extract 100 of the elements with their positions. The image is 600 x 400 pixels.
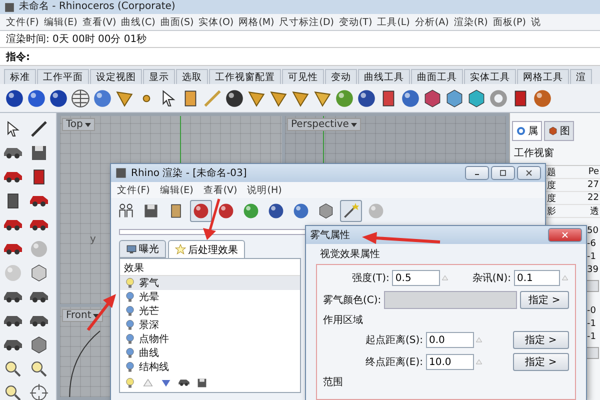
property-value: -1 bbox=[587, 332, 597, 342]
car-icon bbox=[3, 171, 23, 183]
bulb-icon bbox=[124, 277, 136, 289]
menu-item[interactable]: 说明(H) bbox=[247, 184, 282, 196]
viewport-label[interactable]: Top bbox=[62, 118, 95, 131]
viewport-label[interactable]: Perspective bbox=[287, 118, 361, 131]
magnifier-icon bbox=[29, 359, 49, 379]
car-icon bbox=[3, 339, 23, 351]
assign-button[interactable]: 指定 > bbox=[520, 291, 569, 309]
toolbar-tab[interactable]: 网格工具 bbox=[517, 69, 569, 84]
bulb-icon bbox=[124, 347, 136, 359]
property-label: 影 bbox=[547, 206, 556, 218]
group-title: 视觉效果属性 bbox=[319, 248, 381, 262]
bulb-icon bbox=[124, 291, 136, 303]
bulb-icon bbox=[124, 319, 136, 331]
property-value: Pe bbox=[588, 167, 599, 177]
toolbar-tab[interactable]: 工作视窗配置 bbox=[209, 69, 281, 84]
toolbar-tab[interactable]: 渲 bbox=[570, 69, 592, 84]
toolbar-tab[interactable]: 显示 bbox=[143, 69, 175, 84]
menu-item[interactable]: 曲面(S) bbox=[160, 16, 194, 28]
toolbar-tab[interactable]: 选取 bbox=[176, 69, 208, 84]
star-icon bbox=[175, 244, 186, 255]
sphere-icon bbox=[334, 88, 355, 108]
menu-item[interactable]: 实体(O) bbox=[198, 16, 234, 28]
tool-button[interactable] bbox=[340, 200, 362, 222]
toolbar-tab[interactable]: 变动 bbox=[325, 69, 357, 84]
property-value: 50 bbox=[587, 226, 599, 236]
number-field[interactable]: 0.0 bbox=[426, 332, 474, 348]
torus-icon bbox=[488, 88, 509, 108]
color-field[interactable] bbox=[384, 291, 517, 309]
assign-button[interactable]: 指定 > bbox=[513, 331, 569, 349]
viewport-label[interactable]: Front bbox=[62, 309, 104, 322]
toolbar-tab[interactable]: 工作平面 bbox=[37, 69, 89, 84]
menu-item[interactable]: 文件(F) bbox=[117, 184, 150, 196]
menu-item[interactable]: 查看(V) bbox=[203, 184, 238, 196]
section-title: 范围 bbox=[323, 376, 344, 390]
number-field[interactable]: 0.1 bbox=[514, 270, 560, 286]
property-value: -6 bbox=[587, 239, 597, 249]
tab[interactable]: 曝光 bbox=[119, 240, 166, 258]
magnifier-icon bbox=[3, 383, 23, 400]
app-logo-icon bbox=[4, 2, 15, 12]
globe-icon bbox=[70, 88, 91, 108]
property-label: 度 bbox=[547, 180, 556, 192]
triangle-up-icon bbox=[441, 274, 450, 282]
menu-item[interactable]: 渲染(R) bbox=[454, 16, 488, 28]
cube-icon bbox=[422, 88, 443, 108]
car-icon bbox=[29, 315, 49, 327]
sphere-icon bbox=[267, 202, 285, 220]
line-icon bbox=[29, 119, 49, 139]
menu-item[interactable]: 面板(P) bbox=[492, 16, 526, 28]
property-label: 题 bbox=[547, 166, 556, 178]
close-button[interactable] bbox=[517, 166, 541, 180]
menu-item[interactable]: 曲线(C) bbox=[121, 16, 156, 28]
toolbar-tab[interactable]: 实体工具 bbox=[464, 69, 516, 84]
menu-item[interactable]: 文件(F) bbox=[6, 16, 39, 28]
crosshair-icon bbox=[29, 383, 49, 400]
bulb-icon bbox=[124, 305, 136, 317]
triangle-up-icon bbox=[561, 274, 569, 282]
menu-item[interactable]: 查看(V) bbox=[82, 16, 116, 28]
triangle-up-icon bbox=[142, 377, 154, 389]
wand-icon bbox=[342, 202, 360, 220]
field-label: 起点距离(S): bbox=[364, 334, 423, 347]
car-icon bbox=[29, 291, 49, 303]
field-label: 强度(T): bbox=[351, 272, 390, 285]
sphere-icon bbox=[224, 88, 245, 108]
app-logo-icon bbox=[115, 167, 127, 179]
menu-item[interactable]: 编辑(E) bbox=[160, 184, 194, 196]
panel-tab[interactable]: 属 bbox=[512, 121, 542, 141]
assign-button[interactable]: 指定 > bbox=[513, 353, 569, 371]
maximize-button[interactable] bbox=[491, 166, 515, 180]
triangle-up-icon bbox=[475, 358, 483, 366]
menu-item[interactable]: 编辑(E) bbox=[44, 16, 78, 28]
close-button[interactable] bbox=[548, 228, 582, 242]
menu-item[interactable]: 工具(L) bbox=[377, 16, 410, 28]
number-field[interactable]: 0.5 bbox=[392, 270, 440, 286]
toolbar-tab[interactable]: 设定视图 bbox=[90, 69, 142, 84]
toolbar-tab[interactable]: 曲面工具 bbox=[411, 69, 463, 84]
number-field[interactable]: 10.0 bbox=[426, 354, 474, 370]
section-title: 作用区域 bbox=[323, 314, 364, 328]
toolbar-tab[interactable]: 标准 bbox=[4, 69, 36, 84]
menu-item[interactable]: 网格(M) bbox=[238, 16, 274, 28]
panel-tab[interactable]: 图 bbox=[544, 121, 574, 141]
menu-item[interactable]: 说 bbox=[531, 16, 541, 28]
sphere-icon bbox=[242, 202, 260, 220]
cube-icon bbox=[548, 126, 558, 136]
cube-icon bbox=[317, 202, 335, 220]
car-icon bbox=[29, 219, 49, 231]
toolbar-tab[interactable]: 可见性 bbox=[282, 69, 324, 84]
caret-icon bbox=[93, 314, 100, 318]
sphere-icon bbox=[532, 88, 553, 108]
menu-item[interactable]: 变动(T) bbox=[338, 16, 372, 28]
menu-item[interactable]: 分析(A) bbox=[414, 16, 449, 28]
property-value: -1 bbox=[587, 252, 597, 262]
effect-item[interactable]: 雾气 bbox=[120, 276, 300, 290]
axis-label: y bbox=[90, 234, 96, 245]
menu-item[interactable]: 尺寸标注(D) bbox=[279, 16, 334, 28]
toolbar-tab[interactable]: 曲线工具 bbox=[358, 69, 410, 84]
bulb-icon bbox=[124, 361, 136, 373]
minimize-button[interactable] bbox=[465, 166, 489, 180]
tab[interactable]: 后处理效果 bbox=[168, 240, 245, 258]
